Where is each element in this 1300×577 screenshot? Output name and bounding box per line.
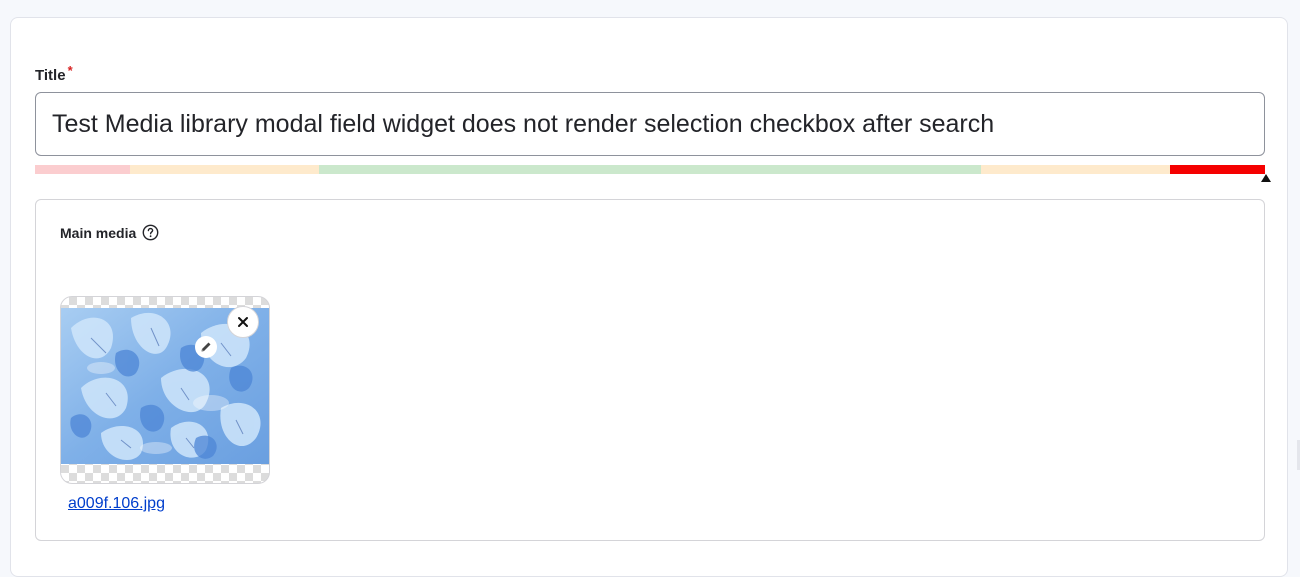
required-marker: * [67, 63, 73, 78]
meter-segment-good [319, 165, 981, 174]
meter-segment-too-long [1170, 165, 1265, 174]
media-item[interactable] [60, 296, 270, 484]
meter-segment-short [130, 165, 319, 174]
pencil-icon [201, 342, 211, 352]
title-input[interactable] [35, 92, 1265, 156]
title-field-label: Title * [35, 63, 73, 84]
title-length-meter [35, 165, 1265, 174]
remove-media-button[interactable] [227, 306, 259, 338]
close-icon [238, 317, 248, 327]
meter-segment-long [981, 165, 1170, 174]
main-media-label-text: Main media [60, 224, 137, 241]
meter-position-marker [1261, 174, 1271, 182]
question-circle-icon[interactable] [142, 224, 159, 241]
main-media-fieldset: Main media a009f.106.jpg [35, 199, 1265, 541]
meter-segment-too-short [35, 165, 130, 174]
form-card: Title* Main media [10, 17, 1288, 577]
media-filename-link[interactable]: a009f.106.jpg [68, 495, 165, 513]
main-media-label: Main media [60, 224, 159, 241]
edit-media-button[interactable] [195, 336, 217, 358]
title-label-text: Title [35, 67, 66, 84]
